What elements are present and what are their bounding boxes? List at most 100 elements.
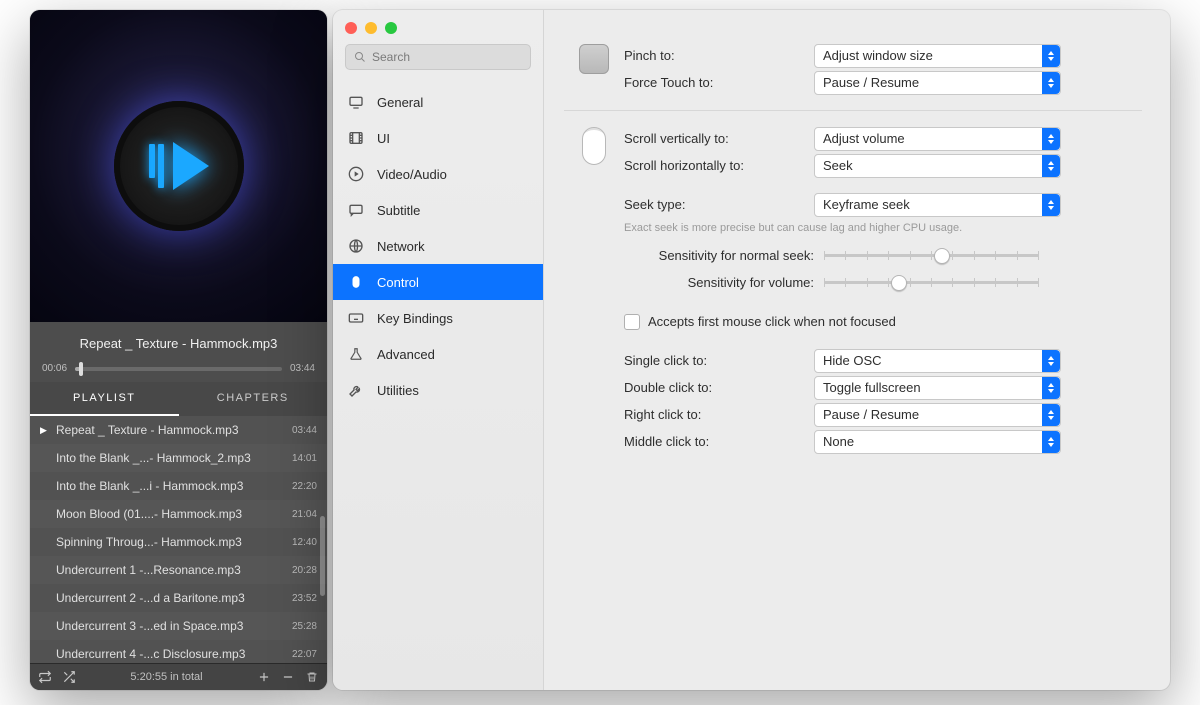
mouse-icon: [582, 127, 606, 165]
time-duration: 03:44: [290, 363, 315, 374]
sidebar-item-key-bindings[interactable]: Key Bindings: [333, 300, 543, 336]
preferences-window: Search General UI Video/Audio Subtitle Netwo…: [333, 10, 1170, 690]
playlist-total: 5:20:55 in total: [86, 671, 247, 683]
single-click-select[interactable]: Hide OSC: [814, 349, 1061, 373]
track-duration: 20:28: [292, 565, 317, 576]
sidebar-item-network[interactable]: Network: [333, 228, 543, 264]
track-name: Into the Blank _...- Hammock_2.mp3: [56, 451, 286, 465]
zoom-button[interactable]: [385, 22, 397, 34]
play-icon: [347, 166, 365, 182]
sidebar-item-advanced[interactable]: Advanced: [333, 336, 543, 372]
track-duration: 12:40: [292, 537, 317, 548]
list-item[interactable]: Into the Blank _...- Hammock_2.mp3 14:01: [30, 444, 327, 472]
track-duration: 14:01: [292, 453, 317, 464]
sidebar-item-general[interactable]: General: [333, 84, 543, 120]
keyboard-icon: [347, 310, 365, 326]
track-duration: 03:44: [292, 425, 317, 436]
add-icon[interactable]: [257, 670, 271, 684]
app-logo: [114, 101, 244, 231]
trash-icon[interactable]: [305, 670, 319, 684]
flask-icon: [347, 346, 365, 362]
player-footer: 5:20:55 in total: [30, 663, 327, 690]
pinch-label: Pinch to:: [624, 48, 814, 63]
minimize-button[interactable]: [365, 22, 377, 34]
sensitivity-volume-slider[interactable]: [824, 273, 1039, 293]
sidebar-item-label: Utilities: [377, 383, 419, 398]
wrench-icon: [347, 382, 365, 398]
search-icon: [354, 51, 366, 63]
pinch-select[interactable]: Adjust window size: [814, 44, 1061, 68]
sidebar-item-label: Key Bindings: [377, 311, 453, 326]
trackpad-group: Pinch to: Adjust window size Force Touch…: [564, 28, 1142, 110]
track-name: Moon Blood (01....- Hammock.mp3: [56, 507, 286, 521]
sidebar-item-label: Advanced: [377, 347, 435, 362]
right-click-select[interactable]: Pause / Resume: [814, 403, 1061, 427]
force-touch-label: Force Touch to:: [624, 75, 814, 90]
repeat-icon[interactable]: [38, 670, 52, 684]
track-name: Repeat _ Texture - Hammock.mp3: [56, 423, 286, 437]
list-item[interactable]: Undercurrent 4 -...c Disclosure.mp322:07: [30, 640, 327, 663]
time-elapsed: 00:06: [42, 363, 67, 374]
list-item[interactable]: Spinning Throug...- Hammock.mp312:40: [30, 528, 327, 556]
track-name: Undercurrent 3 -...ed in Space.mp3: [56, 619, 286, 633]
tab-playlist[interactable]: PLAYLIST: [30, 382, 179, 416]
globe-icon: [347, 238, 365, 254]
sidebar-item-label: Video/Audio: [377, 167, 447, 182]
seek-bar[interactable]: [75, 367, 282, 371]
sensitivity-volume-label: Sensitivity for volume:: [624, 275, 824, 290]
track-duration: 22:20: [292, 481, 317, 492]
seek-type-select[interactable]: Keyframe seek: [814, 193, 1061, 217]
scroll-horizontal-select[interactable]: Seek: [814, 154, 1061, 178]
track-name: Undercurrent 2 -...d a Baritone.mp3: [56, 591, 286, 605]
sidebar-item-ui[interactable]: UI: [333, 120, 543, 156]
list-item[interactable]: Moon Blood (01....- Hammock.mp3 21:04: [30, 500, 327, 528]
sensitivity-seek-label: Sensitivity for normal seek:: [624, 248, 824, 263]
scroll-vertical-select[interactable]: Adjust volume: [814, 127, 1061, 151]
double-click-select[interactable]: Toggle fullscreen: [814, 376, 1061, 400]
playlist-tabs: PLAYLIST CHAPTERS: [30, 382, 327, 416]
preferences-sidebar: Search General UI Video/Audio Subtitle Netwo…: [333, 10, 544, 690]
track-duration: 22:07: [292, 649, 317, 660]
sidebar-item-label: General: [377, 95, 423, 110]
window-controls: [333, 10, 543, 44]
now-playing-bar: Repeat _ Texture - Hammock.mp3 00:06 03:…: [30, 322, 327, 382]
sensitivity-seek-slider[interactable]: [824, 246, 1039, 266]
double-click-label: Double click to:: [624, 380, 814, 395]
sidebar-item-control[interactable]: Control: [333, 264, 543, 300]
preferences-content: Pinch to: Adjust window size Force Touch…: [544, 10, 1170, 690]
first-click-label: Accepts first mouse click when not focus…: [648, 314, 896, 329]
sidebar-item-label: Control: [377, 275, 419, 290]
scroll-vertical-label: Scroll vertically to:: [624, 131, 814, 146]
sidebar-item-utilities[interactable]: Utilities: [333, 372, 543, 408]
sidebar-item-video-audio[interactable]: Video/Audio: [333, 156, 543, 192]
force-touch-select[interactable]: Pause / Resume: [814, 71, 1061, 95]
scrollbar[interactable]: [320, 516, 325, 596]
list-item[interactable]: Undercurrent 2 -...d a Baritone.mp3 23:52: [30, 584, 327, 612]
list-item[interactable]: Into the Blank _...i - Hammock.mp3 22:20: [30, 472, 327, 500]
track-name: Into the Blank _...i - Hammock.mp3: [56, 479, 286, 493]
first-click-checkbox[interactable]: [624, 314, 640, 330]
track-duration: 23:52: [292, 593, 317, 604]
tab-chapters[interactable]: CHAPTERS: [179, 382, 328, 416]
middle-click-select[interactable]: None: [814, 430, 1061, 454]
list-item[interactable]: Undercurrent 3 -...ed in Space.mp3 25:28: [30, 612, 327, 640]
playlist[interactable]: ▶Repeat _ Texture - Hammock.mp3 03:44 Into…: [30, 416, 327, 663]
middle-click-label: Middle click to:: [624, 434, 814, 449]
film-icon: [347, 130, 365, 146]
right-click-label: Right click to:: [624, 407, 814, 422]
search-placeholder: Search: [372, 50, 410, 64]
track-duration: 21:04: [292, 509, 317, 520]
close-button[interactable]: [345, 22, 357, 34]
shuffle-icon[interactable]: [62, 670, 76, 684]
playing-indicator-icon: ▶: [40, 425, 56, 436]
list-item[interactable]: ▶Repeat _ Texture - Hammock.mp3 03:44: [30, 416, 327, 444]
sidebar-item-subtitle[interactable]: Subtitle: [333, 192, 543, 228]
trackpad-icon: [579, 44, 609, 74]
list-item[interactable]: Undercurrent 1 -...Resonance.mp320:28: [30, 556, 327, 584]
track-duration: 25:28: [292, 621, 317, 632]
sidebar-item-label: Network: [377, 239, 425, 254]
remove-icon[interactable]: [281, 670, 295, 684]
player-window: Repeat _ Texture - Hammock.mp3 00:06 03:…: [30, 10, 327, 690]
search-input[interactable]: Search: [345, 44, 531, 70]
now-playing-title: Repeat _ Texture - Hammock.mp3: [42, 336, 315, 351]
